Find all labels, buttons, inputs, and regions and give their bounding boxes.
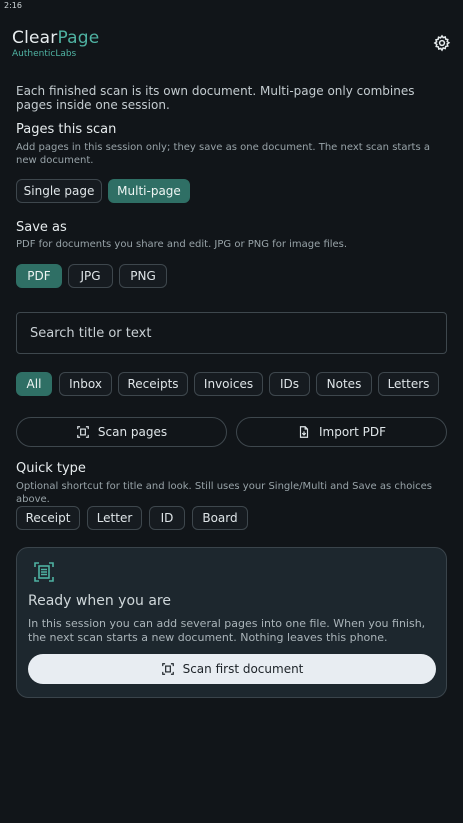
filter-letters[interactable]: Letters (378, 372, 439, 396)
filter-notes[interactable]: Notes (316, 372, 372, 396)
document-scan-icon (34, 562, 54, 582)
app-title-part1: Clear (12, 28, 58, 48)
filter-receipts[interactable]: Receipts (118, 372, 188, 396)
scan-pages-label: Scan pages (97, 425, 168, 439)
pages-description: Add pages in this session only; they sav… (16, 142, 430, 166)
save-as-heading: Save as (16, 220, 67, 235)
empty-state-card: Ready when you are In this session you c… (16, 547, 447, 698)
gear-icon (433, 34, 451, 52)
filter-inbox[interactable]: Inbox (59, 372, 112, 396)
scan-pages-button[interactable]: Scan pages (16, 417, 227, 447)
filter-all[interactable]: All (16, 372, 52, 396)
quick-type-board[interactable]: Board (192, 506, 248, 530)
app-title-part2: Page (57, 28, 100, 48)
search-input[interactable] (28, 324, 446, 342)
format-pdf-option[interactable]: PDF (16, 264, 62, 288)
scan-icon (161, 663, 174, 675)
quick-type-id[interactable]: ID (149, 506, 185, 530)
single-page-option[interactable]: Single page (16, 179, 102, 203)
settings-button[interactable] (433, 34, 451, 52)
format-png-option[interactable]: PNG (119, 264, 167, 288)
quick-type-receipt[interactable]: Receipt (16, 506, 80, 530)
empty-state-title: Ready when you are (28, 593, 171, 609)
import-pdf-label: Import PDF (318, 425, 387, 439)
quick-type-description: Optional shortcut for title and look. St… (16, 481, 433, 505)
scan-icon (77, 426, 89, 438)
filter-invoices[interactable]: Invoices (194, 372, 263, 396)
scan-first-document-button[interactable]: Scan first document (28, 654, 436, 684)
filter-ids[interactable]: IDs (269, 372, 310, 396)
format-jpg-option[interactable]: JPG (68, 264, 113, 288)
app-title: ClearPage (12, 28, 99, 48)
app-subtitle: AuthenticLabs (12, 49, 77, 59)
empty-state-text: In this session you can add several page… (28, 617, 426, 644)
quick-type-letter[interactable]: Letter (87, 506, 142, 530)
save-as-description: PDF for documents you share and edit. JP… (16, 239, 348, 250)
multi-page-option[interactable]: Multi-page (108, 179, 190, 203)
quick-type-heading: Quick type (16, 461, 86, 476)
status-time: 2:16 (4, 1, 22, 10)
pages-heading: Pages this scan (16, 122, 117, 137)
import-pdf-icon (299, 426, 309, 438)
app-brand: ClearPage AuthenticLabs (12, 28, 99, 59)
import-pdf-button[interactable]: Import PDF (236, 417, 447, 447)
status-bar: 2:16 (0, 0, 463, 14)
search-field[interactable] (16, 312, 447, 354)
scan-first-document-label: Scan first document (182, 662, 304, 676)
intro-text: Each finished scan is its own document. … (16, 84, 415, 112)
